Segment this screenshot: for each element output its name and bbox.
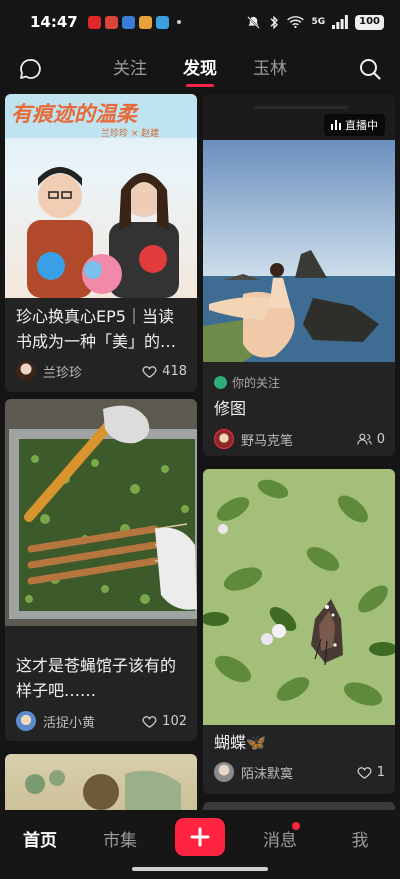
viewers-count: 0 xyxy=(376,431,385,447)
note-meta: 陌沫默寞 1 xyxy=(214,761,385,783)
status-time: 14:47 xyxy=(30,13,78,31)
nav-market[interactable]: 市集 xyxy=(80,826,160,851)
feed-tabs: 关注 发现 玉林 xyxy=(113,54,287,85)
people-icon xyxy=(356,433,372,445)
like-button[interactable]: 418 xyxy=(141,363,187,380)
home-indicator[interactable] xyxy=(132,867,268,871)
note-card[interactable] xyxy=(5,754,197,810)
live-meta: 野马克笔 0 xyxy=(214,428,385,450)
app-notification-icon xyxy=(87,15,101,29)
note-card[interactable] xyxy=(203,802,395,810)
tab-following[interactable]: 关注 xyxy=(113,54,147,85)
search-icon[interactable] xyxy=(358,57,382,81)
viewer-count: 0 xyxy=(356,431,385,448)
note-card[interactable]: 蝴蝶🦋 陌沫默寞 1 xyxy=(203,469,395,794)
network-label: 5G xyxy=(311,17,326,27)
nav-home[interactable]: 首页 xyxy=(0,826,80,851)
notification-icons xyxy=(87,15,181,29)
note-card[interactable]: 有痕迹的温柔 兰珍珍 × 赵建 珍心换真心EP5｜当读书成为一种「美」的… 兰珍… xyxy=(5,94,197,392)
avatar[interactable] xyxy=(214,429,234,449)
status-bar: 14:47 5G 100 xyxy=(0,0,400,44)
top-navigation: 关注 发现 玉林 xyxy=(0,44,400,94)
like-button[interactable]: 1 xyxy=(356,764,385,781)
like-button[interactable]: 102 xyxy=(141,713,187,730)
heart-icon xyxy=(142,365,157,378)
battery-icon: 100 xyxy=(355,14,384,30)
live-badge: 直播中 xyxy=(324,114,385,136)
unread-dot xyxy=(292,822,300,830)
note-title: 蝴蝶🦋 xyxy=(214,733,266,752)
live-bars-icon xyxy=(331,120,341,130)
app-notification-icon xyxy=(138,15,152,29)
like-count: 1 xyxy=(376,764,385,780)
avatar[interactable] xyxy=(16,711,36,731)
nav-profile[interactable]: 我 xyxy=(320,826,400,851)
author-name[interactable]: 活捉小黄 xyxy=(43,712,95,731)
app-notification-icon xyxy=(121,15,135,29)
chat-bubble-icon[interactable] xyxy=(18,57,42,81)
note-cover-image xyxy=(5,399,197,626)
note-card[interactable]: 这才是苍蝇馆子该有的样子吧…… 活捉小黄 102 xyxy=(5,399,197,741)
following-icon xyxy=(214,376,227,389)
note-cover-image xyxy=(203,469,395,725)
bluetooth-icon xyxy=(270,15,279,29)
note-title: 珍心换真心EP5｜当读书成为一种「美」的… xyxy=(16,307,177,351)
note-cover-image xyxy=(5,754,197,810)
cover-title-text: 有痕迹的温柔 xyxy=(11,102,137,126)
like-count: 102 xyxy=(162,713,187,729)
nav-messages[interactable]: 消息 xyxy=(240,822,320,851)
heart-icon xyxy=(142,715,157,728)
system-icons: 5G 100 xyxy=(246,14,384,30)
app-notification-icon xyxy=(104,15,118,29)
live-card[interactable]: 直播中 你的关注 修图 野马克笔 0 xyxy=(203,94,395,456)
signal-icon xyxy=(332,15,349,29)
mute-bell-icon xyxy=(247,15,261,29)
feed-grid: 有痕迹的温柔 兰珍珍 × 赵建 珍心换真心EP5｜当读书成为一种「美」的… 兰珍… xyxy=(0,94,400,810)
bottom-navigation: 首页 市集 消息 我 xyxy=(0,810,400,879)
avatar[interactable] xyxy=(16,361,36,381)
plus-icon xyxy=(190,827,210,847)
app-notification-icon xyxy=(155,15,169,29)
like-count: 418 xyxy=(162,363,187,379)
butterfly-illustration xyxy=(203,469,395,725)
following-label: 你的关注 xyxy=(232,376,281,390)
nav-messages-label: 消息 xyxy=(263,831,297,851)
author-name[interactable]: 野马克笔 xyxy=(241,430,293,449)
live-label: 直播中 xyxy=(345,119,378,132)
author-name[interactable]: 陌沫默寞 xyxy=(241,763,293,782)
heart-icon xyxy=(357,766,372,779)
note-title: 这才是苍蝇馆子该有的样子吧…… xyxy=(16,656,177,700)
tab-local[interactable]: 玉林 xyxy=(253,54,287,85)
more-notifications-dot xyxy=(176,20,181,24)
note-meta: 活捉小黄 102 xyxy=(16,710,187,732)
nav-create[interactable] xyxy=(160,818,240,856)
author-name[interactable]: 兰珍珍 xyxy=(43,362,82,381)
note-cover-image: 有痕迹的温柔 兰珍珍 × 赵建 xyxy=(5,94,197,298)
cover-subtitle-text: 兰珍珍 × 赵建 xyxy=(101,129,160,139)
note-meta: 兰珍珍 418 xyxy=(16,360,187,382)
following-tag: 你的关注 xyxy=(214,374,280,391)
avatar[interactable] xyxy=(214,762,234,782)
food-illustration xyxy=(5,399,197,626)
tab-discover[interactable]: 发现 xyxy=(183,54,217,85)
painting-illustration xyxy=(25,770,181,810)
live-title: 修图 xyxy=(214,399,247,418)
note-cover-image xyxy=(203,802,395,810)
wifi-icon xyxy=(287,16,305,29)
create-post-button[interactable] xyxy=(175,818,225,856)
